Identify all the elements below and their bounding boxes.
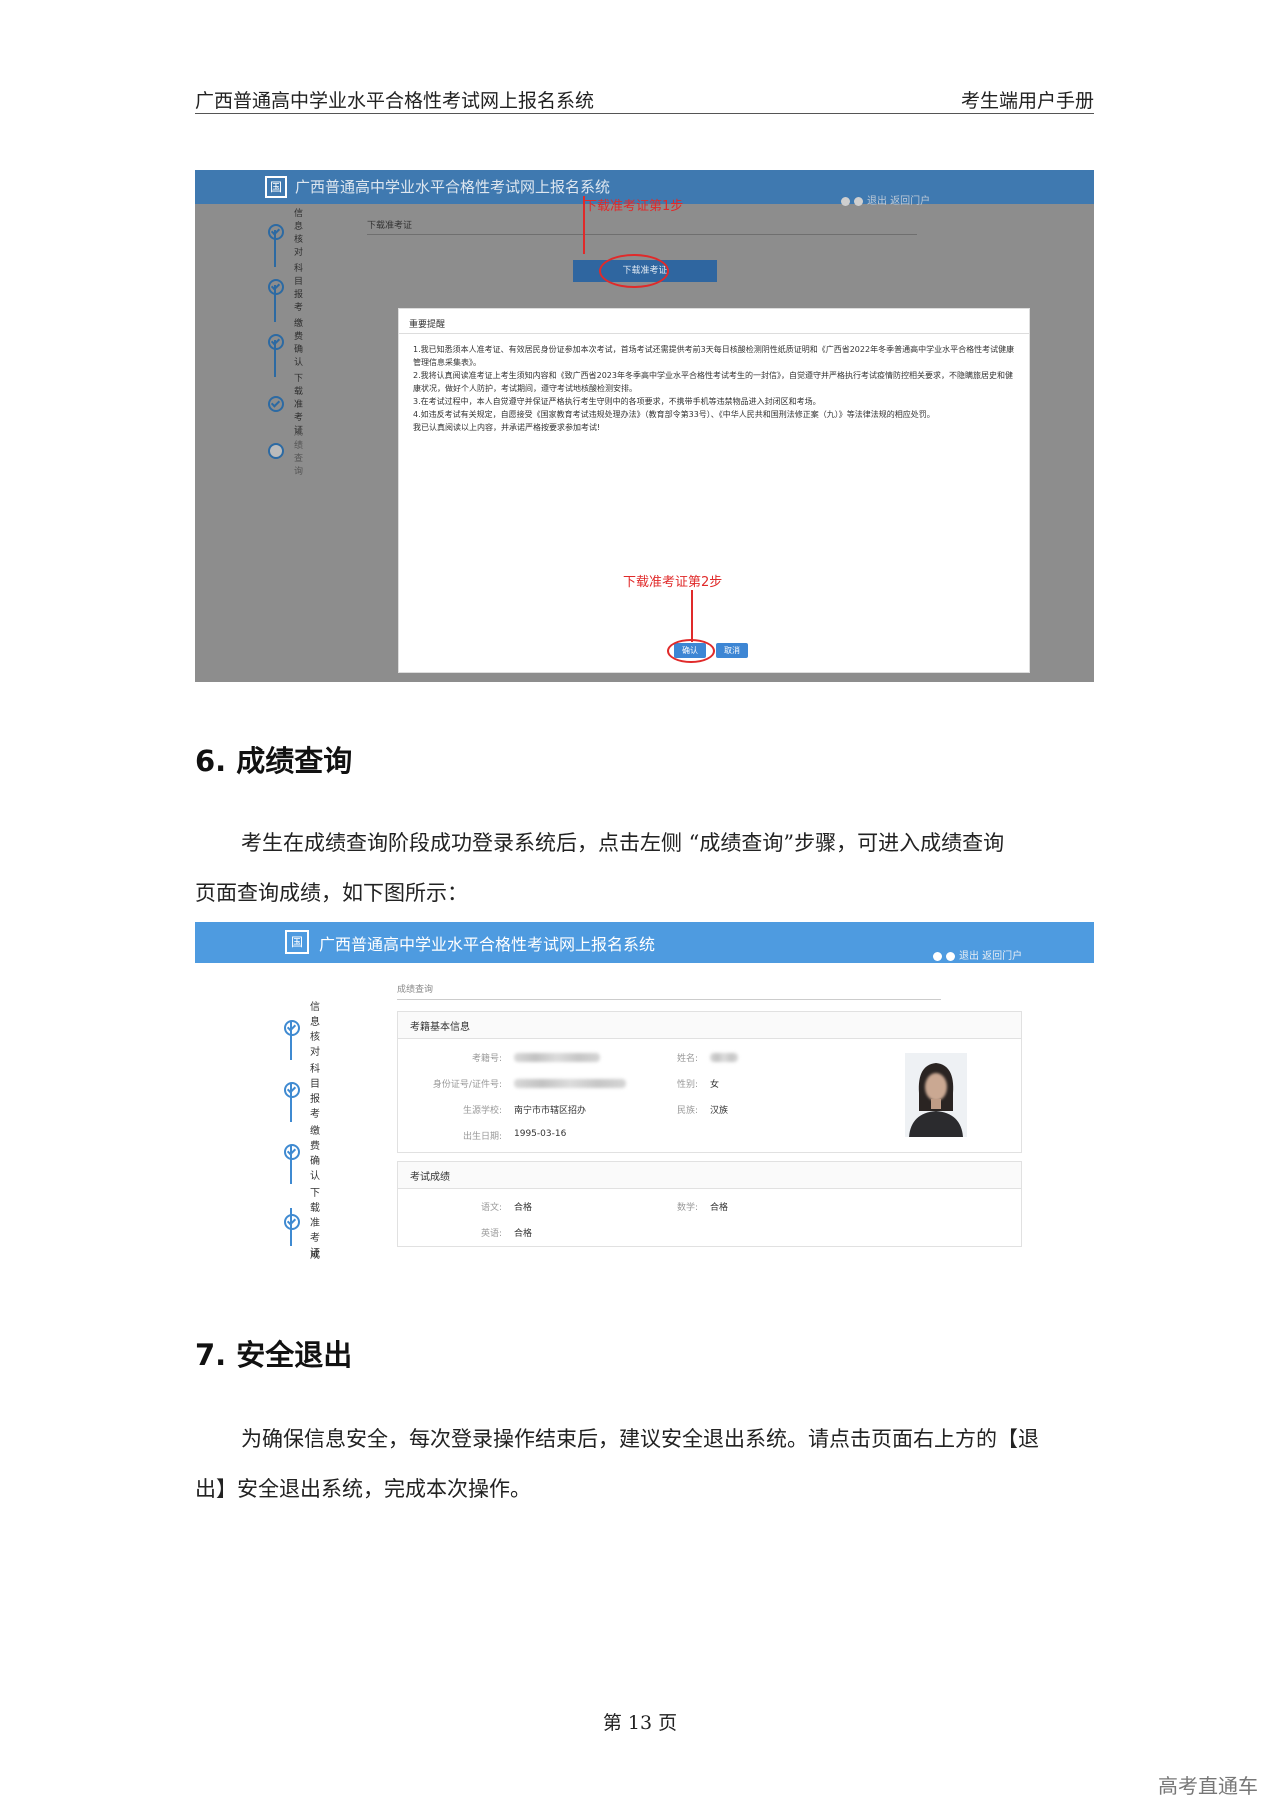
check-circle-icon: [284, 1020, 300, 1036]
modal-cancel-button[interactable]: 取消: [716, 643, 748, 658]
math-label: 数学:: [676, 1203, 698, 1213]
step-label: 成绩查询: [310, 1250, 320, 1261]
candidate-photo: [905, 1053, 967, 1137]
breadcrumb-divider: [367, 234, 917, 235]
exam-no-value-redacted: [514, 1053, 600, 1062]
panel-title: 考籍基本信息: [410, 1022, 470, 1033]
school-value: 南宁市市辖区招办: [514, 1106, 587, 1116]
screenshot-score-query: 国 广西普通高中学业水平合格性考试网上报名系统 退出 返回门户 信息核对 科目报…: [195, 922, 1094, 1264]
step-score-query[interactable]: 成绩查询: [284, 1246, 320, 1264]
check-circle-icon: [268, 334, 284, 350]
app-logo-icon: 国: [285, 930, 309, 954]
modal-title: 重要提醒: [409, 320, 446, 330]
step-label: 信息核对: [310, 1002, 320, 1058]
step-subject-registration[interactable]: 科目报考: [284, 1060, 320, 1120]
birth-value: 1995-03-16: [514, 1129, 567, 1139]
step-label: 科目报考: [310, 1064, 320, 1120]
section-heading-safe-exit: 7. 安全退出: [195, 1338, 353, 1372]
panel-header: 考籍基本信息: [398, 1012, 1021, 1039]
page-number: 第 13 页: [602, 1712, 678, 1734]
step-label: 缴费确认: [294, 319, 304, 368]
paragraph-line: 考生在成绩查询阶段成功登录系统后，点击左侧 “成绩查询”步骤，可进入成绩查询: [241, 831, 1005, 855]
check-circle-icon: [284, 1144, 300, 1160]
notice-line: 2.我将认真阅读准考证上考生须知内容和《致广西省2023年冬季高中学业水平合格性…: [413, 371, 1013, 393]
doc-header-manual-name: 考生端用户手册: [960, 90, 1094, 112]
app-title: 广西普通高中学业水平合格性考试网上报名系统: [295, 178, 611, 196]
power-icon: [854, 196, 863, 206]
annotation-circle: [667, 639, 715, 663]
modal-body: 1.我已知悉须本人准考证、有效居民身份证参加本次考试，首场考试还需提供考前3天每…: [413, 343, 1017, 434]
paragraph-line: 出】安全退出系统，完成本次操作。: [195, 1477, 531, 1501]
step-subject-registration[interactable]: 科目报考: [268, 261, 303, 313]
gender-label: 性别:: [676, 1080, 698, 1090]
section-heading-score-query: 6. 成绩查询: [195, 744, 353, 778]
exam-no-label: 考籍号:: [471, 1054, 502, 1064]
doc-header-divider: [195, 113, 1094, 114]
annotation-arrow: [583, 196, 585, 254]
exam-scores-panel: 考试成绩 语文: 合格 数学: 合格 英语: 合格: [397, 1161, 1022, 1247]
check-circle-icon: [284, 1213, 300, 1230]
screenshot-download-ticket: 国 广西普通高中学业水平合格性考试网上报名系统 退出 返回门户 信息核对 科目报…: [195, 170, 1094, 682]
check-circle-icon: [268, 224, 284, 240]
step-payment-confirm[interactable]: 缴费确认: [284, 1122, 320, 1182]
check-circle-icon: [284, 1082, 300, 1098]
top-links[interactable]: 退出 返回门户: [933, 947, 1022, 962]
user-icon: [933, 951, 942, 961]
app-header-bar: 国 广西普通高中学业水平合格性考试网上报名系统 退出 返回门户: [195, 922, 1094, 963]
paragraph-line: 页面查询成绩，如下图所示：: [195, 881, 468, 905]
chinese-label: 语文:: [480, 1203, 502, 1213]
math-score: 合格: [710, 1203, 729, 1213]
breadcrumb: 成绩查询: [397, 985, 434, 995]
ethnicity-value: 汉族: [710, 1106, 729, 1116]
app-title: 广西普通高中学业水平合格性考试网上报名系统: [319, 935, 656, 954]
notice-line: 4.如违反考试有关规定，自愿接受《国家教育考试违规处理办法》（教育部令第33号）…: [413, 410, 935, 419]
user-icon: [841, 196, 850, 206]
step-label: 科目报考: [294, 264, 304, 313]
modal-divider: [399, 333, 1029, 334]
notice-line: 我已认真阅读以上内容，并承诺严格按要求参加考试!: [413, 423, 601, 432]
id-no-value-redacted: [514, 1079, 626, 1088]
panel-title: 考试成绩: [410, 1172, 450, 1183]
power-icon: [946, 951, 955, 961]
doc-header-title: 广西普通高中学业水平合格性考试网上报名系统: [195, 90, 595, 112]
notice-line: 1.我已知悉须本人准考证、有效居民身份证参加本次考试，首场考试还需提供考前3天每…: [413, 345, 1015, 367]
check-circle-icon: [268, 279, 284, 295]
app-logo-icon: 国: [265, 176, 287, 198]
annotation-step2: 下载准考证第2步: [623, 575, 723, 590]
english-score: 合格: [514, 1229, 533, 1239]
chinese-score: 合格: [514, 1203, 533, 1213]
logout-link[interactable]: 退出 返回门户: [959, 951, 1022, 962]
step-label: 缴费确认: [310, 1126, 320, 1182]
id-no-label: 身份证号/证件号:: [432, 1080, 502, 1090]
panel-header: 考试成绩: [398, 1162, 1021, 1189]
step-score-query[interactable]: 成绩查询: [268, 425, 303, 477]
step-info-check[interactable]: 信息核对: [268, 206, 303, 258]
breadcrumb: 下载准考证: [367, 221, 413, 231]
paragraph-line: 为确保信息安全，每次登录操作结束后，建议安全退出系统。请点击页面右上方的【退: [241, 1427, 1039, 1451]
step-label: 成绩查询: [294, 428, 304, 477]
english-label: 英语:: [480, 1229, 502, 1239]
step-label: 信息核对: [294, 209, 304, 258]
annotation-circle: [599, 254, 669, 288]
check-circle-icon: [268, 395, 284, 412]
important-notice-modal: 重要提醒 1.我已知悉须本人准考证、有效居民身份证参加本次考试，首场考试还需提供…: [398, 308, 1030, 673]
notice-line: 3.在考试过程中，本人自觉遵守并保证严格执行考生守则中的各项要求，不携带手机等违…: [413, 397, 821, 406]
birth-label: 出生日期:: [462, 1132, 502, 1142]
annotation-arrow: [691, 590, 693, 642]
name-label: 姓名:: [676, 1054, 698, 1064]
name-value-redacted: [710, 1053, 738, 1062]
annotation-step1: 下载准考证第1步: [584, 199, 684, 214]
portrait-image: [905, 1053, 967, 1137]
watermark: 高考直通车: [1158, 1774, 1258, 1798]
breadcrumb-divider: [397, 999, 941, 1000]
school-label: 生源学校:: [462, 1106, 502, 1116]
step-payment-confirm[interactable]: 缴费确认: [268, 316, 303, 368]
ethnicity-label: 民族:: [676, 1106, 698, 1116]
logout-link[interactable]: 退出 返回门户: [867, 196, 930, 207]
step-info-check[interactable]: 信息核对: [284, 998, 320, 1058]
pending-step-icon: [268, 443, 284, 459]
gender-value: 女: [710, 1080, 720, 1090]
top-links[interactable]: 退出 返回门户: [841, 192, 930, 207]
